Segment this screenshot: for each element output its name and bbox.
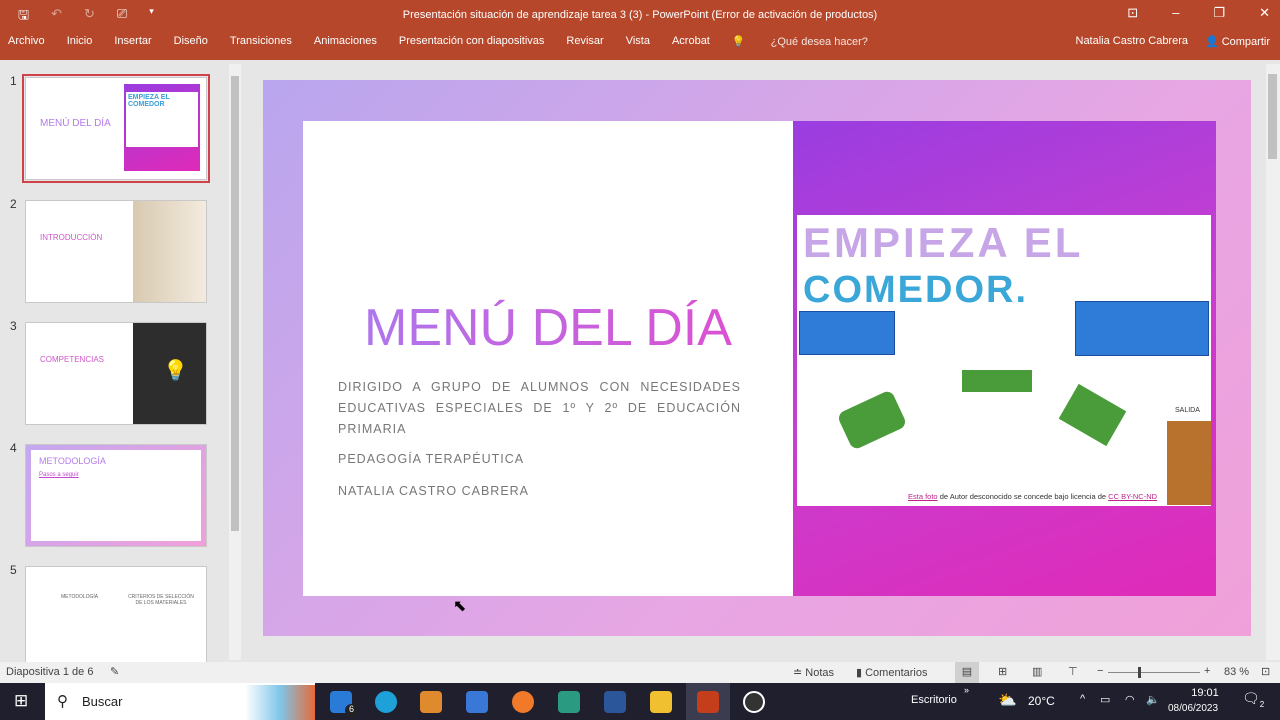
reading-view-icon[interactable]: ▥ (1032, 665, 1042, 678)
tab-revisar[interactable]: Revisar (566, 35, 603, 48)
zoom-in-button[interactable]: + (1204, 665, 1210, 677)
slide-thumbnail-4[interactable]: METODOLOGÍA Pasos a seguir (25, 444, 207, 547)
tab-vista[interactable]: Vista (626, 35, 650, 48)
weather-temp[interactable]: 20°C (1028, 694, 1055, 708)
slide-sorter-icon[interactable]: ⊞ (998, 665, 1007, 678)
spellcheck-icon[interactable]: ✎ (110, 665, 119, 678)
battery-icon[interactable]: ▭ (1100, 693, 1110, 706)
ribbon-tabs: Archivo Inicio Insertar Diseño Transicio… (8, 35, 912, 48)
thumbnails-scrollbar[interactable] (229, 64, 241, 660)
minimize-button[interactable]: – (1172, 5, 1179, 21)
window-title: Presentación situación de aprendizaje ta… (402, 9, 878, 21)
wifi-icon[interactable]: ◠ (1125, 693, 1135, 706)
lightbulb-icon: 💡 (731, 36, 746, 48)
maximize-button[interactable]: ❐ (1213, 5, 1225, 21)
lightbulb-icon: 💡 (163, 360, 188, 382)
edge-icon[interactable] (375, 691, 397, 713)
title-bar: 🖫 ↶ ↻ ⎚ ▾ Presentación situación de apre… (0, 0, 1280, 60)
photo-link[interactable]: Esta foto (908, 492, 938, 501)
tab-animaciones[interactable]: Animaciones (314, 35, 377, 48)
zoom-out-button[interactable]: − (1097, 665, 1103, 677)
volume-icon[interactable]: 🔈 (1146, 693, 1160, 706)
editor-scrollbar[interactable] (1266, 64, 1280, 660)
slide-drawing-image[interactable]: EMPIEZA EL COMEDOR. SALIDA (797, 215, 1211, 506)
slide-thumbnail-5[interactable]: METODOLOGÍA CRITERIOS DE SELECCIÓN DE LO… (25, 566, 207, 669)
slide-title[interactable]: MENÚ DEL DÍA (303, 298, 793, 358)
taskbar-search[interactable]: ⚲ Buscar (45, 683, 315, 720)
mouse-cursor-icon: ⬉ (453, 598, 467, 615)
close-button[interactable]: ✕ (1259, 5, 1270, 21)
person-icon: 👤 (1204, 36, 1219, 48)
chevron-icon[interactable]: » (964, 685, 969, 695)
tab-transiciones[interactable]: Transiciones (230, 35, 292, 48)
word-icon[interactable] (604, 691, 626, 713)
clock-date[interactable]: 08/06/2023 (1168, 703, 1218, 714)
tab-archivo[interactable]: Archivo (8, 35, 45, 48)
search-icon: ⚲ (57, 693, 68, 710)
file-explorer-icon[interactable] (650, 691, 672, 713)
user-name[interactable]: Natalia Castro Cabrera (1076, 35, 1189, 47)
slideshow-icon[interactable]: ⊤ (1068, 665, 1078, 678)
desktop-toolbar[interactable]: Escritorio (911, 694, 957, 706)
slide-subtitle-specialty[interactable]: PEDAGOGÍA TERAPÉUTICA (338, 449, 741, 470)
tab-presentacion[interactable]: Presentación con diapositivas (399, 35, 545, 48)
ribbon-display-icon[interactable]: ⊡ (1127, 5, 1138, 21)
slide-subtitle-author[interactable]: NATALIA CASTRO CABRERA (338, 481, 741, 502)
slide-thumbnail-2[interactable]: INTRODUCCIÓN (25, 200, 207, 303)
slide-thumbnail-1[interactable]: MENÚ DEL DÍA EMPIEZA EL COMEDOR (22, 74, 210, 183)
normal-view-icon[interactable]: ▤ (955, 662, 979, 683)
tab-inicio[interactable]: Inicio (67, 35, 93, 48)
comments-button[interactable]: ▮ Comentarios (856, 666, 927, 679)
clock-time[interactable]: 19:01 (1185, 687, 1225, 699)
powerpoint-icon[interactable] (697, 691, 719, 713)
store-icon[interactable] (466, 691, 488, 713)
taskbar: ⊞ ⚲ Buscar 6 Escritorio » ⛅ 20°C ^ ▭ ◠ 🔈… (0, 683, 1280, 720)
status-bar: Diapositiva 1 de 6 ✎ ≐ Notas ▮ Comentari… (0, 662, 1280, 683)
share-button[interactable]: 👤 Compartir (1205, 35, 1270, 48)
zoom-level[interactable]: 83 % (1224, 666, 1249, 678)
tab-diseno[interactable]: Diseño (174, 35, 208, 48)
media-player-icon[interactable] (420, 691, 442, 713)
zoom-slider[interactable] (1108, 667, 1200, 678)
notifications-icon[interactable]: 🗨2 (1242, 690, 1264, 709)
fit-to-window-icon[interactable]: ⊡ (1261, 665, 1270, 678)
mail-icon[interactable]: 6 (330, 691, 358, 717)
app-icon[interactable] (558, 691, 580, 713)
tray-chevron-icon[interactable]: ^ (1080, 693, 1085, 705)
obs-icon[interactable] (743, 691, 765, 713)
weather-icon[interactable]: ⛅ (998, 691, 1017, 709)
slide-subtitle-audience[interactable]: DIRIGIDO A GRUPO DE ALUMNOS CON NECESIDA… (338, 377, 741, 440)
tell-me-search[interactable]: 💡 ¿Qué desea hacer? (732, 35, 890, 48)
slide-thumbnails-panel: 1 MENÚ DEL DÍA EMPIEZA EL COMEDOR 2 INTR… (0, 60, 242, 669)
notes-button[interactable]: ≐ Notas (793, 666, 834, 679)
slide-thumbnail-3[interactable]: COMPETENCIAS 💡 (25, 322, 207, 425)
search-highlight-image (245, 685, 315, 720)
firefox-icon[interactable] (512, 691, 534, 713)
slide-counter: Diapositiva 1 de 6 (6, 666, 94, 678)
image-credit: Esta foto de Autor desconocido se conced… (908, 492, 1158, 501)
tab-insertar[interactable]: Insertar (114, 35, 151, 48)
license-link[interactable]: CC BY-NC-ND (1108, 492, 1157, 501)
windows-start-icon[interactable]: ⊞ (14, 691, 28, 711)
tab-acrobat[interactable]: Acrobat (672, 35, 710, 48)
